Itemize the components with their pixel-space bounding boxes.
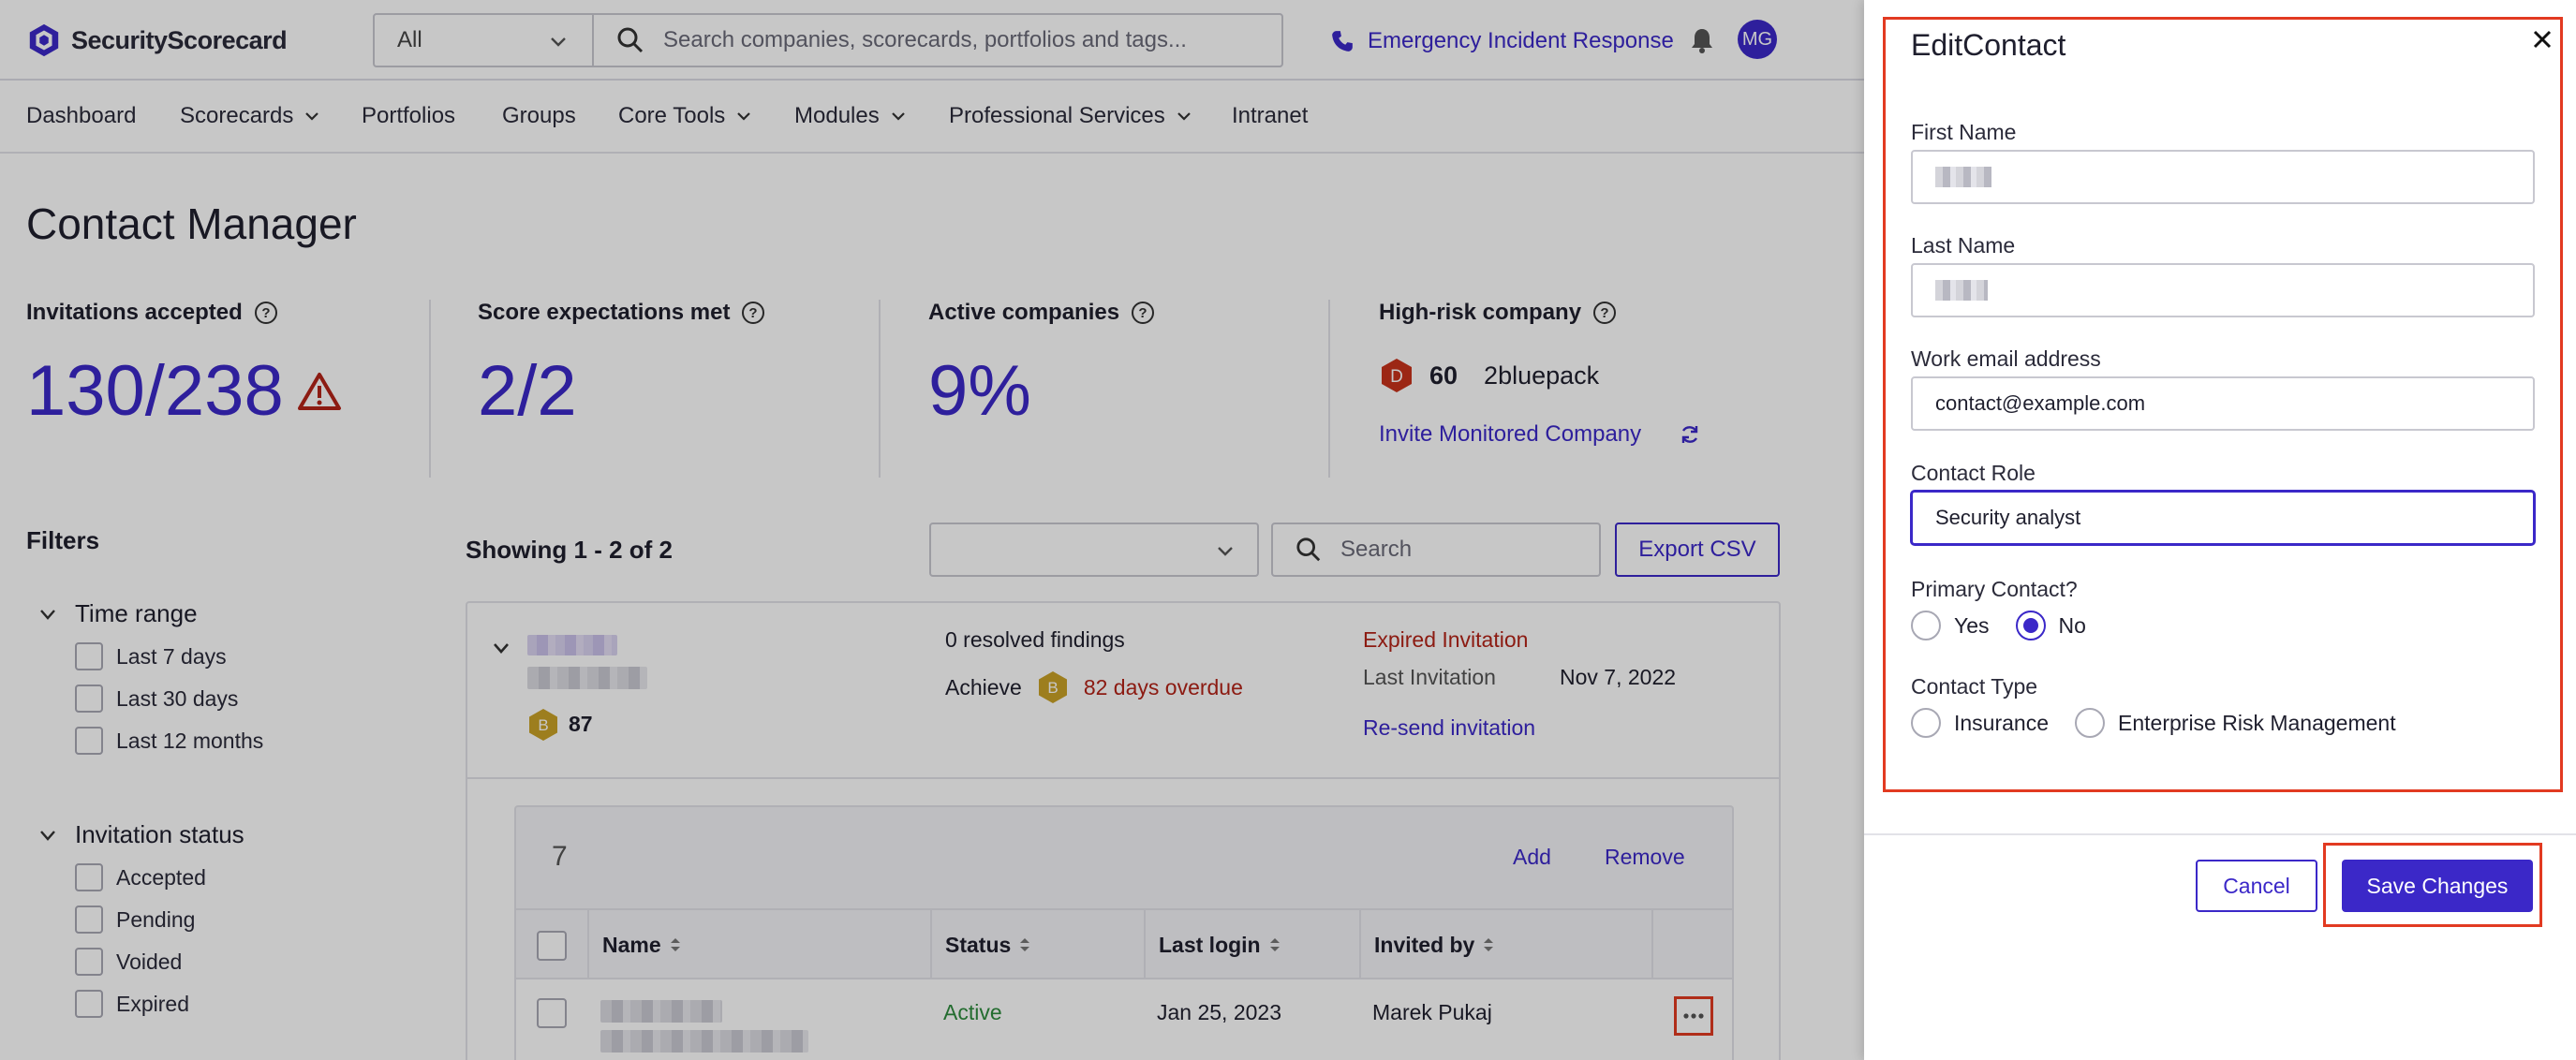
- radio-selected[interactable]: [2015, 611, 2046, 640]
- contact-role-label: Contact Role: [1911, 461, 2036, 485]
- contact-role-field[interactable]: Security analyst: [1911, 491, 2535, 545]
- radio-label: Insurance: [1954, 710, 2050, 735]
- last-name-field[interactable]: [1911, 263, 2535, 317]
- save-changes-button[interactable]: Save Changes: [2342, 860, 2533, 912]
- primary-contact-label: Primary Contact?: [1911, 577, 2078, 601]
- first-name-field[interactable]: [1911, 150, 2535, 204]
- divider: [1864, 833, 2576, 835]
- type-erm-option[interactable]: Enterprise Risk Management: [2075, 708, 2396, 738]
- contact-type-label: Contact Type: [1911, 674, 2038, 699]
- edit-contact-drawer: EditContact First Name Last Name Work em…: [1864, 0, 2576, 1060]
- primary-yes-option[interactable]: Yes: [1911, 611, 1990, 640]
- drawer-title: EditContact: [1911, 28, 2066, 62]
- contact-role-value: Security analyst: [1935, 506, 2081, 529]
- redacted-value: [1935, 280, 1988, 301]
- email-label: Work email address: [1911, 346, 2101, 371]
- first-name-label: First Name: [1911, 120, 2017, 144]
- radio[interactable]: [2075, 708, 2106, 738]
- cancel-button[interactable]: Cancel: [2196, 860, 2317, 912]
- radio-label: No: [2058, 612, 2086, 638]
- type-insurance-option[interactable]: Insurance: [1911, 708, 2049, 738]
- email-field[interactable]: contact@example.com: [1911, 376, 2535, 431]
- close-icon[interactable]: [2531, 28, 2554, 51]
- primary-contact-radio-group: Yes No: [1911, 611, 2112, 640]
- radio[interactable]: [1911, 611, 1941, 640]
- redacted-value: [1935, 167, 1991, 187]
- radio[interactable]: [1911, 708, 1941, 738]
- radio-label: Enterprise Risk Management: [2118, 710, 2396, 735]
- modal-backdrop[interactable]: [0, 0, 1864, 1060]
- radio-label: Yes: [1954, 612, 1990, 638]
- primary-no-option[interactable]: No: [2015, 611, 2086, 640]
- contact-manager-app: SecurityScorecard All Search companies, …: [0, 0, 1864, 1060]
- contact-type-radio-group: Insurance Enterprise Risk Management: [1911, 708, 2422, 738]
- last-name-label: Last Name: [1911, 233, 2016, 258]
- email-value: contact@example.com: [1935, 391, 2146, 415]
